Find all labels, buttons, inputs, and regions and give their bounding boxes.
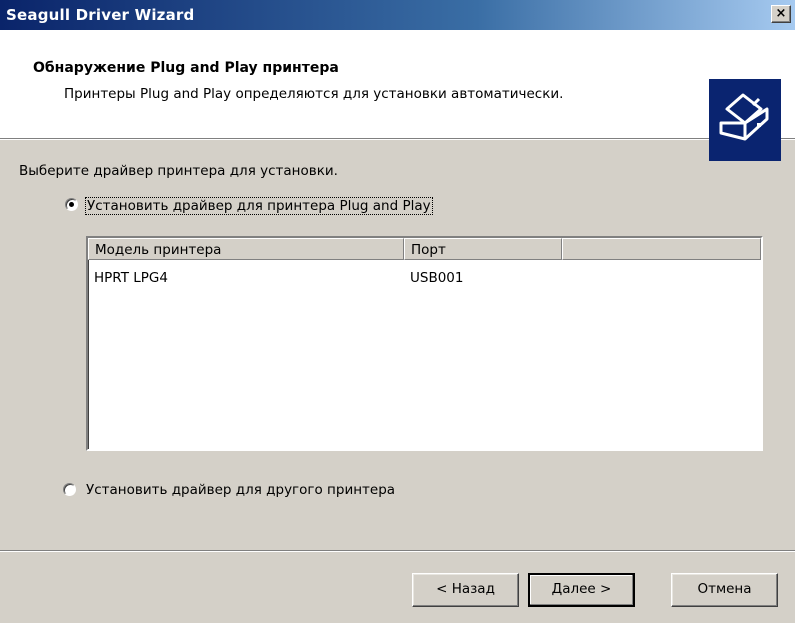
printer-model-cell: HPRT LPG4 — [94, 270, 168, 286]
pnp-driver-radio-label[interactable]: Установить драйвер для принтера Plug and… — [85, 197, 433, 215]
footer-divider — [0, 550, 795, 552]
radio-selected-dot — [69, 202, 74, 207]
close-button[interactable]: × — [771, 5, 791, 23]
column-header-empty[interactable] — [562, 238, 761, 260]
window-title: Seagull Driver Wizard — [6, 6, 195, 24]
printer-port-cell: USB001 — [410, 270, 464, 286]
other-driver-radio[interactable] — [63, 483, 76, 496]
column-header-model[interactable]: Модель принтера — [88, 238, 404, 260]
printer-list[interactable]: Модель принтера Порт HPRT LPG4 USB001 — [86, 236, 763, 451]
printer-icon — [709, 79, 781, 161]
page-subtitle: Принтеры Plug and Play определяются для … — [64, 86, 564, 102]
list-header: Модель принтера Порт — [88, 238, 761, 260]
page-title: Обнаружение Plug and Play принтера — [33, 60, 339, 76]
wizard-header: Обнаружение Plug and Play принтера Принт… — [0, 30, 795, 161]
instruction-text: Выберите драйвер принтера для установки. — [19, 163, 338, 179]
other-driver-radio-label[interactable]: Установить драйвер для другого принтера — [86, 482, 395, 498]
list-item[interactable]: HPRT LPG4 USB001 — [88, 266, 761, 286]
column-header-port[interactable]: Порт — [404, 238, 562, 260]
wizard-window: Seagull Driver Wizard × Обнаружение Plug… — [0, 0, 795, 623]
title-bar[interactable]: Seagull Driver Wizard × — [0, 0, 795, 30]
cancel-button[interactable]: Отмена — [671, 573, 778, 607]
pnp-driver-radio[interactable] — [65, 198, 78, 211]
next-button[interactable]: Далее > — [528, 573, 635, 607]
back-button[interactable]: < Назад — [412, 573, 519, 607]
